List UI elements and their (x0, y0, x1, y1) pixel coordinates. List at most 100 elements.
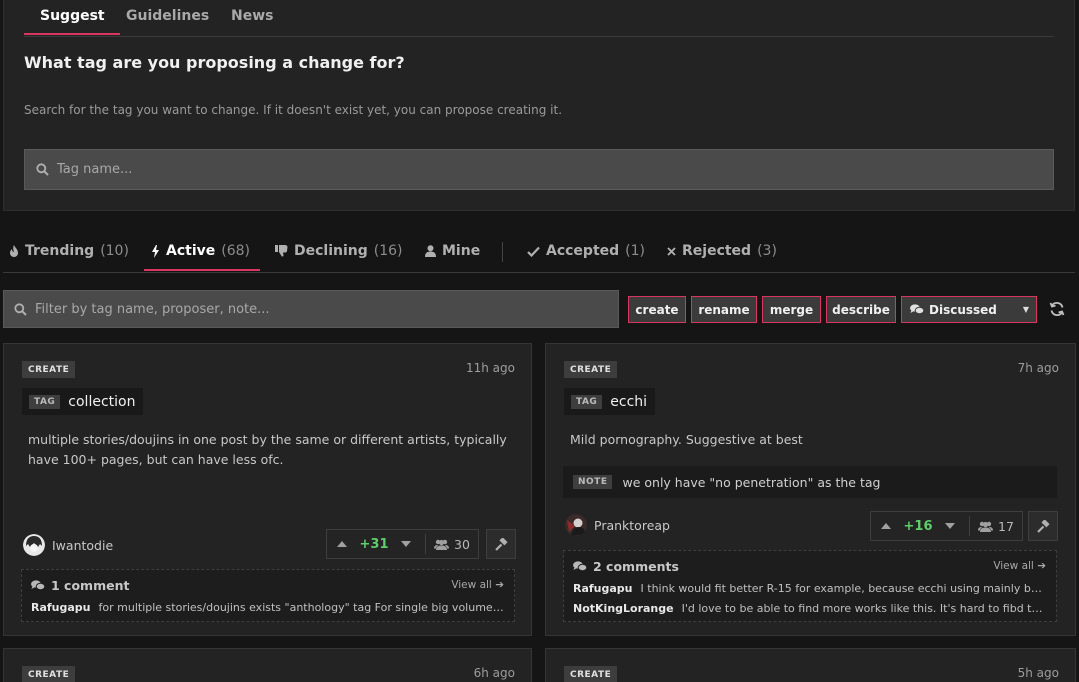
tab-rejected[interactable]: Rejected (3) (667, 243, 777, 259)
tab-news[interactable]: News (231, 8, 273, 24)
timestamp: 11h ago (465, 361, 515, 375)
search-icon (36, 163, 49, 176)
view-all-label: View all (451, 579, 492, 591)
sort-select-value: Discussed (929, 302, 997, 317)
tab-guidelines[interactable]: Guidelines (126, 8, 209, 24)
tag-name: ecchi (610, 393, 648, 410)
downvote-button[interactable] (935, 512, 965, 540)
comments-header[interactable]: 2 comments (573, 559, 679, 574)
tab-separator (502, 242, 503, 262)
arrow-right-icon: ➔ (1037, 560, 1046, 572)
filter-chip-merge[interactable]: merge (762, 296, 821, 323)
proposer[interactable]: Pranktoreap (565, 514, 670, 536)
type-badge: CREATE (22, 361, 76, 378)
vote-box: +31 30 (326, 529, 479, 559)
tag-label: TAG (571, 394, 603, 409)
moderate-button[interactable] (1028, 511, 1058, 541)
comment-row: Rafugapu for multiple stories/doujins exi… (31, 601, 505, 614)
comments-icon (573, 561, 587, 572)
top-tabs: Suggest Guidelines News (24, 0, 1054, 37)
tab-label: Mine (442, 243, 481, 259)
voter-count-value: 17 (998, 518, 1014, 534)
bolt-icon (152, 244, 159, 258)
voter-count[interactable]: 30 (430, 537, 478, 552)
moderate-button[interactable] (486, 529, 516, 559)
comments-preview: 2 comments View all ➔ Rafugapu I think wo… (563, 550, 1057, 622)
gavel-icon (494, 537, 508, 551)
timestamp: 6h ago (473, 666, 515, 680)
check-icon (527, 246, 540, 257)
x-icon (667, 246, 676, 256)
user-icon (425, 245, 436, 257)
avatar (565, 514, 587, 536)
tag-name: collection (68, 393, 136, 410)
tab-label: Accepted (546, 243, 620, 259)
page-heading: What tag are you proposing a change for? (24, 53, 405, 72)
proposal-description: multiple stories/doujins in one post by … (28, 432, 507, 467)
arrow-right-icon: ➔ (495, 579, 504, 591)
voter-count[interactable]: 17 (974, 519, 1022, 534)
comment-text: I'd love to be able to find more works l… (681, 602, 1047, 615)
comment-text: I think would fit better R-15 for exampl… (640, 582, 1047, 595)
view-all-label: View all (993, 560, 1034, 572)
upvote-button[interactable] (327, 530, 357, 558)
tag-search-input[interactable] (57, 150, 1037, 189)
comment-author[interactable]: Rafugapu (31, 601, 91, 614)
tab-count: (3) (757, 243, 777, 259)
comments-count: 2 comments (593, 559, 679, 574)
comments-icon (910, 304, 924, 315)
active-tab-indicator (144, 269, 260, 271)
caret-down-icon (401, 541, 411, 547)
tag-label: TAG (29, 394, 61, 409)
tag-search-field[interactable] (24, 149, 1054, 190)
type-badge: CREATE (564, 666, 618, 682)
search-icon (14, 303, 27, 316)
proposer[interactable]: Iwantodie (23, 534, 113, 556)
tab-count: (16) (373, 243, 403, 259)
proposer-name: Iwantodie (52, 537, 114, 553)
vote-box: +16 17 (870, 511, 1023, 541)
tab-trending[interactable]: Trending (10) (9, 243, 129, 259)
timestamp: 5h ago (1017, 666, 1059, 680)
thumbs-down-icon (275, 245, 288, 257)
tab-count: (10) (100, 243, 129, 259)
filter-chip-create[interactable]: create (628, 296, 686, 323)
downvote-button[interactable] (391, 530, 421, 558)
tab-declining[interactable]: Declining (16) (275, 243, 403, 259)
comments-icon (31, 580, 45, 591)
active-tab-indicator (24, 33, 120, 35)
comment-text: for multiple stories/doujins exists "ant… (98, 601, 505, 614)
filter-chip-rename[interactable]: rename (691, 296, 757, 323)
proposal-card: CREATE 6h ago (3, 648, 532, 682)
fire-icon (10, 245, 18, 257)
tab-accepted[interactable]: Accepted (1) (527, 243, 645, 259)
tab-mine[interactable]: Mine (425, 243, 480, 259)
comment-author[interactable]: NotKingLorange (573, 602, 674, 615)
tag-pill[interactable]: TAG collection (22, 388, 144, 415)
tab-active[interactable]: Active (68) (151, 243, 250, 259)
filter-input[interactable] (35, 291, 605, 327)
proposal-card: CREATE 5h ago (545, 648, 1076, 682)
comment-author[interactable]: Rafugapu (573, 582, 633, 595)
status-tabs: Trending (10) Active (68) Declining (16) Mi… (3, 232, 1075, 273)
voter-count-value: 30 (454, 536, 470, 552)
comments-count: 1 comment (51, 578, 130, 593)
view-all-link[interactable]: View all ➔ (993, 560, 1046, 572)
tab-suggest[interactable]: Suggest (40, 8, 105, 24)
comments-header[interactable]: 1 comment (31, 578, 129, 593)
proposal-note: NOTE we only have "no penetration" as th… (563, 466, 1057, 498)
vote-score: +16 (903, 518, 933, 534)
comments-preview: 1 comment View all ➔ Rafugapu for multipl… (21, 569, 515, 622)
refresh-icon[interactable] (1049, 301, 1065, 317)
filter-field[interactable] (3, 290, 619, 328)
upvote-button[interactable] (871, 512, 901, 540)
proposal-card: CREATE 7h ago TAG ecchi Mild pornography… (545, 343, 1076, 636)
sort-select[interactable]: Discussed ▼ (901, 296, 1037, 323)
users-icon (978, 521, 993, 532)
tag-pill[interactable]: TAG ecchi (564, 388, 656, 415)
filter-chip-describe[interactable]: describe (826, 296, 896, 323)
vote-score: +31 (359, 536, 389, 552)
gavel-icon (1036, 519, 1050, 533)
type-badge: CREATE (22, 666, 76, 682)
view-all-link[interactable]: View all ➔ (451, 579, 504, 591)
